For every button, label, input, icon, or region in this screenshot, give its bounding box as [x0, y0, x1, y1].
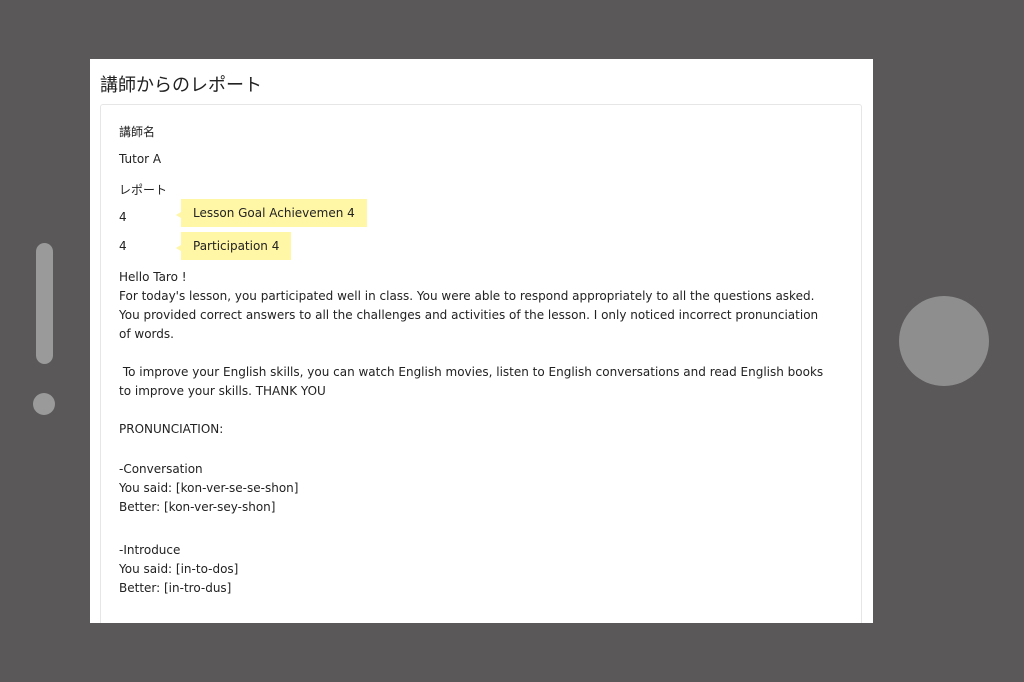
side-dot — [33, 393, 55, 415]
side-slider-bar — [36, 243, 53, 364]
pronunciation-heading: PRONUNCIATION: — [119, 422, 224, 436]
pron-word: -Introduce — [119, 543, 181, 557]
feedback-paragraph-1: For today's lesson, you participated wel… — [119, 289, 822, 341]
tutor-name-label: 講師名 — [119, 125, 156, 139]
report-body: Hello Taro ! For today's lesson, you par… — [119, 268, 829, 598]
home-button[interactable] — [899, 296, 989, 386]
report-label: レポート — [119, 183, 168, 197]
tutor-name-value: Tutor A — [119, 152, 162, 166]
pron-said: You said: [kon-ver-se-se-shon] — [119, 481, 299, 495]
score-participation: 4 — [119, 239, 127, 253]
pron-better: Better: [in-tro-dus] — [119, 581, 232, 595]
callout-participation: Participation 4 — [175, 232, 292, 260]
screen: 講師からのレポート 講師名 Tutor A レポート 4 Lesson Goal… — [90, 59, 873, 623]
pron-word: -Conversation — [119, 462, 203, 476]
pron-better: Better: [kon-ver-sey-shon] — [119, 500, 276, 514]
page-title: 講師からのレポート — [100, 75, 262, 96]
report-card: 講師名 Tutor A レポート 4 Lesson Goal Achieveme… — [100, 104, 862, 623]
score-lesson-goal: 4 — [119, 210, 127, 224]
pron-said: You said: [in-to-dos] — [119, 562, 239, 576]
feedback-paragraph-2: To improve your English skills, you can … — [119, 365, 828, 398]
greeting-text: Hello Taro ! — [119, 270, 187, 284]
tablet-device: 講師からのレポート 講師名 Tutor A レポート 4 Lesson Goal… — [0, 0, 1024, 682]
callout-lesson-goal: Lesson Goal Achievemen 4 — [176, 199, 367, 227]
